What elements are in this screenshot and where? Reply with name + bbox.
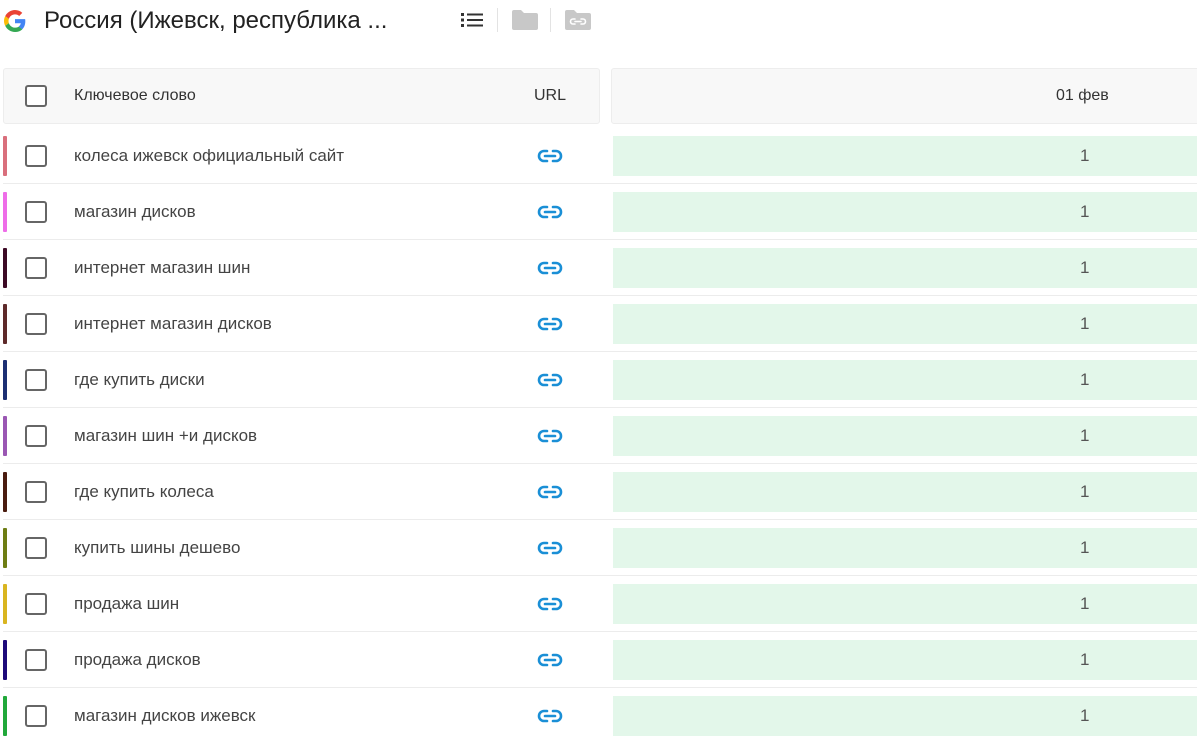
keyword-color-marker	[3, 696, 7, 736]
table-row: магазин дисков 1	[0, 184, 1197, 240]
url-link-icon[interactable]	[537, 145, 563, 167]
table-row: продажа дисков 1	[0, 632, 1197, 688]
keyword-color-marker	[3, 192, 7, 232]
url-link-icon[interactable]	[537, 705, 563, 727]
position-cell[interactable]	[613, 696, 1197, 736]
keyword-text: интернет магазин шин	[74, 258, 251, 277]
select-all-checkbox[interactable]	[25, 85, 47, 107]
table-row: магазин шин +и дисков 1	[0, 408, 1197, 464]
url-link-icon[interactable]	[537, 593, 563, 615]
position-cell[interactable]	[613, 528, 1197, 568]
keyword-text: продажа дисков	[74, 650, 201, 669]
table-row: интернет магазин шин 1	[0, 240, 1197, 296]
folder-icon[interactable]	[511, 8, 539, 32]
url-link-icon[interactable]	[537, 369, 563, 391]
position-value: 1	[1080, 314, 1090, 333]
row-checkbox[interactable]	[25, 481, 47, 503]
keyword-text: купить шины дешево	[74, 538, 241, 557]
row-checkbox[interactable]	[25, 145, 47, 167]
position-cell[interactable]	[613, 136, 1197, 176]
row-checkbox[interactable]	[25, 201, 47, 223]
position-cell[interactable]	[613, 248, 1197, 288]
position-value: 1	[1080, 482, 1090, 501]
row-checkbox[interactable]	[25, 425, 47, 447]
keyword-color-marker	[3, 136, 7, 176]
table-row: продажа шин 1	[0, 576, 1197, 632]
url-link-icon[interactable]	[537, 313, 563, 335]
url-link-icon[interactable]	[537, 425, 563, 447]
position-value: 1	[1080, 370, 1090, 389]
position-value: 1	[1080, 202, 1090, 221]
position-cell[interactable]	[613, 360, 1197, 400]
link-folder-icon[interactable]	[564, 8, 592, 32]
keyword-color-marker	[3, 248, 7, 288]
url-link-icon[interactable]	[537, 257, 563, 279]
position-value: 1	[1080, 426, 1090, 445]
list-icon[interactable]	[459, 8, 485, 32]
table-row: где купить колеса 1	[0, 464, 1197, 520]
position-value: 1	[1080, 538, 1090, 557]
position-value: 1	[1080, 594, 1090, 613]
keyword-color-marker	[3, 472, 7, 512]
column-header-url[interactable]: URL	[534, 86, 566, 106]
table-row: колеса ижевск официальный сайт 1	[0, 128, 1197, 184]
table-row: где купить диски 1	[0, 352, 1197, 408]
row-checkbox[interactable]	[25, 537, 47, 559]
page-title: Россия (Ижевск, республика ...	[44, 7, 388, 34]
keyword-color-marker	[3, 640, 7, 680]
keyword-text: магазин дисков ижевск	[74, 706, 256, 725]
position-cell[interactable]	[613, 472, 1197, 512]
row-checkbox[interactable]	[25, 649, 47, 671]
url-link-icon[interactable]	[537, 481, 563, 503]
column-header-keyword[interactable]: Ключевое слово	[74, 86, 196, 106]
keyword-text: где купить колеса	[74, 482, 214, 501]
column-header-date[interactable]: 01 фев	[1056, 86, 1109, 106]
position-cell[interactable]	[613, 584, 1197, 624]
row-checkbox[interactable]	[25, 369, 47, 391]
row-checkbox[interactable]	[25, 257, 47, 279]
position-cell[interactable]	[613, 416, 1197, 456]
position-cell[interactable]	[613, 304, 1197, 344]
keyword-text: магазин дисков	[74, 202, 196, 221]
position-cell[interactable]	[613, 192, 1197, 232]
keyword-color-marker	[3, 584, 7, 624]
header-divider	[550, 8, 551, 32]
table-row: магазин дисков ижевск 1	[0, 688, 1197, 741]
position-value: 1	[1080, 258, 1090, 277]
table-row: купить шины дешево 1	[0, 520, 1197, 576]
keyword-color-marker	[3, 360, 7, 400]
keyword-text: продажа шин	[74, 594, 180, 613]
keyword-color-marker	[3, 304, 7, 344]
header-divider	[497, 8, 498, 32]
position-value: 1	[1080, 650, 1090, 669]
row-checkbox[interactable]	[25, 313, 47, 335]
position-value: 1	[1080, 146, 1090, 165]
position-value: 1	[1080, 706, 1090, 725]
keyword-text: магазин шин +и дисков	[74, 426, 258, 445]
table-row: интернет магазин дисков 1	[0, 296, 1197, 352]
url-link-icon[interactable]	[537, 537, 563, 559]
google-logo-icon	[4, 9, 26, 33]
keyword-color-marker	[3, 528, 7, 568]
keyword-color-marker	[3, 416, 7, 456]
url-link-icon[interactable]	[537, 201, 563, 223]
header-bar: Россия (Ижевск, республика ...	[0, 0, 1197, 44]
position-cell[interactable]	[613, 640, 1197, 680]
keyword-text: где купить диски	[74, 370, 205, 389]
row-checkbox[interactable]	[25, 593, 47, 615]
keyword-text: колеса ижевск официальный сайт	[74, 146, 345, 165]
row-checkbox[interactable]	[25, 705, 47, 727]
keyword-text: интернет магазин дисков	[74, 314, 272, 333]
url-link-icon[interactable]	[537, 649, 563, 671]
table-header-right	[611, 68, 1197, 124]
